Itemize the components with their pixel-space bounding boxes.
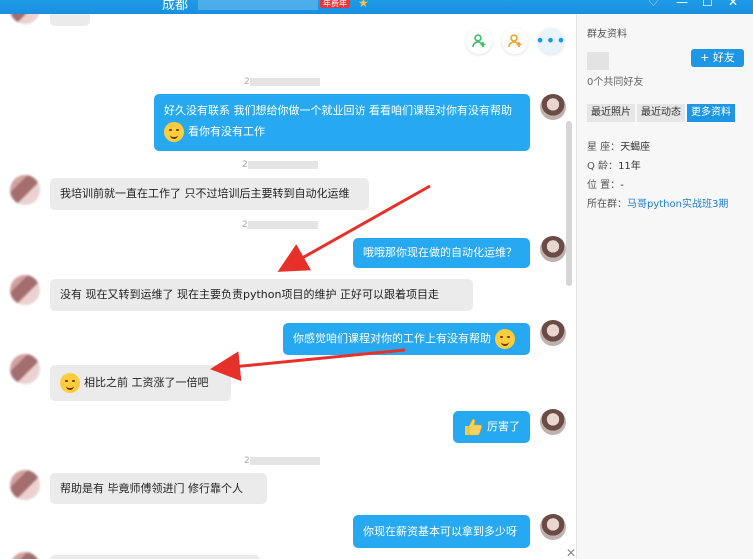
close-icon[interactable]: ✕ (566, 546, 576, 559)
message-bubble-outgoing: 你感觉咱们课程对你的工作上有没有帮助 (283, 323, 530, 355)
avatar[interactable] (10, 552, 40, 559)
constellation-label: 星 座： (587, 142, 621, 153)
timestamp: 2 (242, 160, 318, 170)
message-bubble-incoming: 没有 现在又转到运维了 现在主要负责python项目的维护 正好可以跟着项目走 (50, 279, 473, 311)
panel-title: 群友资料 (587, 29, 627, 40)
message-text: 你感觉咱们课程对你的工作上有没有帮助 (293, 332, 491, 345)
message-bubble-outgoing: 你现在薪资基本可以拿到多少呀 (353, 515, 530, 548)
scrollbar[interactable] (566, 121, 572, 286)
tab-recent-photos[interactable]: 最近照片 (587, 104, 635, 122)
maximize-button[interactable]: ☐ (702, 0, 713, 9)
avatar[interactable] (10, 175, 40, 205)
blurred-avatar (587, 52, 609, 70)
message-bubble-outgoing: 哦哦那你现在做的自动化运维？ (353, 238, 530, 268)
laughing-emoji-icon (60, 373, 80, 393)
group-label: 所在群： (587, 199, 627, 210)
message-text: 哦哦那你现在做的自动化运维？ (363, 246, 517, 259)
tab-recent-activity[interactable]: 最近动态 (637, 104, 685, 122)
smile-emoji-icon (495, 329, 515, 349)
group-link[interactable]: 马哥python实战班3期 (627, 199, 728, 210)
minimize-button[interactable]: — (676, 0, 688, 9)
message-text: 你现在薪资基本可以拿到多少呀 (363, 524, 517, 538)
message-text: 相比之前 工资涨了一倍吧 (84, 376, 209, 389)
message-bubble-outgoing: 好久没有联系 我们想给你做一个就业回访 看看咱们课程对你有没有帮助 看你有没有工… (154, 94, 530, 151)
avatar-self[interactable] (540, 94, 566, 120)
more-options-button[interactable]: ••• (535, 28, 567, 54)
blurred-name (198, 0, 318, 10)
close-button[interactable]: ✕ (728, 0, 738, 9)
avatar-self[interactable] (540, 514, 566, 540)
add-friend-button[interactable]: + 好友 (691, 49, 744, 67)
title-bar: 成都 年费年 ★ ♡ — ☐ ✕ (0, 0, 753, 14)
add-user-icon (472, 34, 486, 48)
message-text: 看你有没有工作 (188, 125, 265, 138)
member-profile-panel: 群友资料 + 好友 0个共同好友 最近照片 最近动态 更多资料 星 座：天蝎座 … (576, 14, 753, 559)
vip-badge: 年费年 (320, 0, 350, 8)
avatar-self[interactable] (540, 320, 566, 346)
avatar[interactable] (10, 470, 40, 500)
message-text: 好久没有联系 我们想给你做一个就业回访 看看咱们课程对你有没有帮助 (164, 104, 512, 117)
qage-value: 11年 (618, 161, 641, 172)
tab-more-info[interactable]: 更多资料 (687, 104, 735, 122)
more-icon: ••• (535, 31, 567, 50)
message-bubble-incoming: 相比之前 工资涨了一倍吧 (50, 365, 231, 401)
avatar[interactable] (10, 354, 40, 384)
favorite-icon[interactable]: ♡ (648, 0, 659, 9)
add-member-button[interactable] (466, 28, 492, 54)
avatar-self[interactable] (540, 236, 566, 262)
message-bubble-partial (50, 555, 260, 559)
thumbs-up-icon (463, 417, 483, 437)
common-friends-count: 0个共同好友 (587, 77, 644, 88)
timestamp: 2 (242, 220, 318, 230)
chat-history[interactable]: ••• 2 好久没有联系 我们想给你做一个就业回访 看看咱们课程对你有没有帮助 … (0, 14, 576, 559)
location-value: - (620, 180, 624, 191)
message-text: 厉害了 (487, 420, 520, 433)
message-bubble-outgoing: 厉害了 (453, 411, 530, 443)
qage-label: Q 龄： (587, 161, 619, 172)
user-profile-button[interactable] (502, 28, 528, 54)
avatar[interactable] (10, 14, 40, 24)
timestamp: 2 (244, 77, 320, 87)
message-text: 帮助是有 毕竟师傅领进门 修行靠个人 (60, 481, 243, 495)
user-icon (508, 34, 522, 48)
timestamp: 2 (244, 456, 320, 466)
chat-title: 成都 (162, 0, 189, 13)
profile-info: 星 座：天蝎座 Q 龄：11年 位 置：- 所在群：马哥python实战班3期 (587, 138, 728, 214)
message-bubble-incoming: 我培训前就一直在工作了 只不过培训后主要转到自动化运维 (50, 178, 369, 210)
message-text: 没有 现在又转到运维了 现在主要负责python项目的维护 正好可以跟着项目走 (60, 288, 439, 301)
star-icon: ★ (358, 0, 369, 10)
avatar-self[interactable] (540, 409, 566, 435)
location-label: 位 置： (587, 180, 621, 191)
smile-emoji-icon (164, 122, 184, 142)
message-bubble-incoming: 帮助是有 毕竟师傅领进门 修行靠个人 (50, 473, 267, 504)
avatar[interactable] (10, 275, 40, 305)
message-bubble-partial (50, 14, 90, 26)
constellation-value: 天蝎座 (620, 142, 651, 153)
message-text: 我培训前就一直在工作了 只不过培训后主要转到自动化运维 (60, 187, 350, 200)
profile-tabs: 最近照片 最近动态 更多资料 (587, 104, 737, 122)
